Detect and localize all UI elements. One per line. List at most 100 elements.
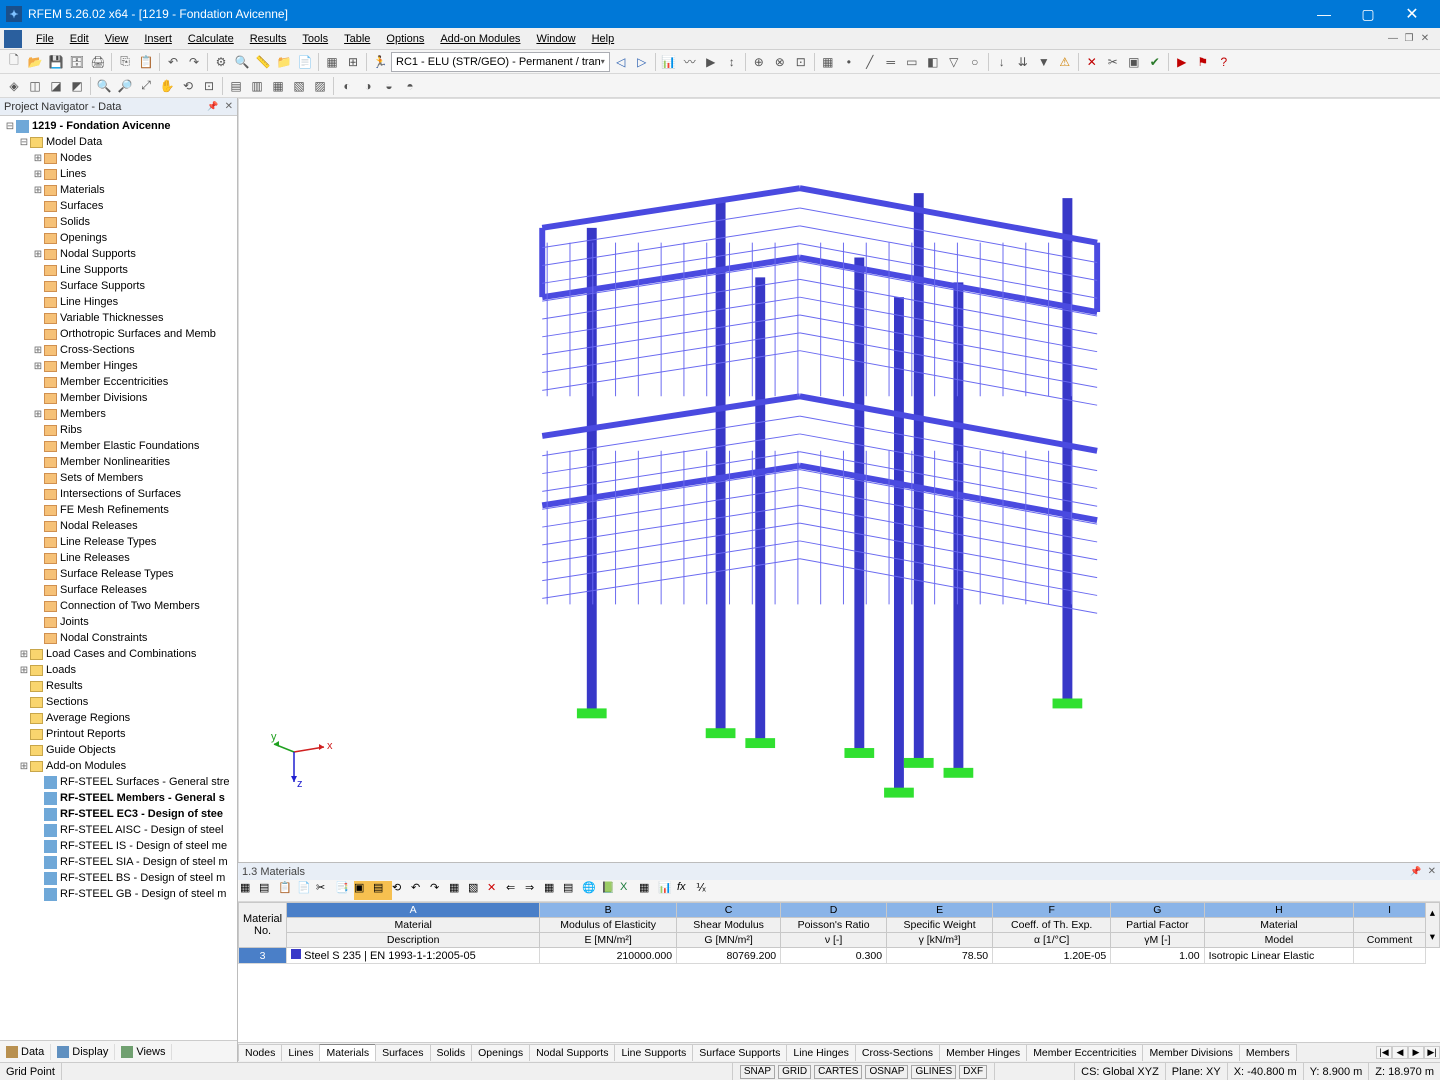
tb-icon[interactable]: 📗: [601, 881, 620, 900]
mdi-close-icon[interactable]: ✕: [1418, 32, 1432, 46]
disp3-icon[interactable]: ◒: [379, 76, 399, 96]
tree-item[interactable]: Openings: [0, 230, 237, 246]
snap-toggle[interactable]: GLINES: [911, 1065, 956, 1079]
tree-item[interactable]: Solids: [0, 214, 237, 230]
table-tab[interactable]: Line Hinges: [786, 1044, 855, 1061]
view2-icon[interactable]: ▥: [247, 76, 267, 96]
tb-fx-icon[interactable]: fx: [677, 881, 696, 900]
tree-item[interactable]: ⊞Member Hinges: [0, 358, 237, 374]
mdi-minimize-icon[interactable]: —: [1386, 32, 1400, 46]
disp2-icon[interactable]: ◑: [358, 76, 378, 96]
table-icon[interactable]: ▦: [322, 52, 342, 72]
nav-close-icon[interactable]: ✕: [225, 101, 233, 112]
tb-icon[interactable]: ↷: [430, 881, 449, 900]
rotate-icon[interactable]: ⟲: [178, 76, 198, 96]
menu-help[interactable]: Help: [584, 31, 623, 47]
tree-item[interactable]: RF-STEEL EC3 - Design of stee: [0, 806, 237, 822]
disp4-icon[interactable]: ◓: [400, 76, 420, 96]
table-tab[interactable]: Lines: [281, 1044, 320, 1061]
tab-last-icon[interactable]: ▶|: [1424, 1046, 1440, 1059]
tree-item[interactable]: ⊞Nodal Supports: [0, 246, 237, 262]
materials-table[interactable]: MaterialNo. A B C D E F G H I ▴▾ Materia…: [238, 902, 1440, 1042]
tool3-icon[interactable]: ⊡: [791, 52, 811, 72]
scale-icon[interactable]: ↕: [722, 52, 742, 72]
menu-file[interactable]: File: [28, 31, 62, 47]
tab-first-icon[interactable]: |◀: [1376, 1046, 1392, 1059]
tree-item[interactable]: ⊞Members: [0, 406, 237, 422]
tb-icon[interactable]: ⇐: [506, 881, 525, 900]
tree-item[interactable]: Member Eccentricities: [0, 374, 237, 390]
undo-icon[interactable]: ↶: [163, 52, 183, 72]
tb-del-icon[interactable]: ✕: [487, 881, 506, 900]
next-icon[interactable]: ▷: [632, 52, 652, 72]
tab-display[interactable]: Display: [51, 1044, 115, 1060]
tree-item[interactable]: Intersections of Surfaces: [0, 486, 237, 502]
tree-item[interactable]: RF-STEEL IS - Design of steel me: [0, 838, 237, 854]
snap-toggle[interactable]: GRID: [778, 1065, 811, 1079]
tb-icon[interactable]: ▦: [240, 881, 259, 900]
surface-icon[interactable]: ▭: [902, 52, 922, 72]
snap-toggle[interactable]: OSNAP: [865, 1065, 908, 1079]
menu-table[interactable]: Table: [336, 31, 378, 47]
pan-icon[interactable]: ✋: [157, 76, 177, 96]
table-tab[interactable]: Member Hinges: [939, 1044, 1027, 1061]
tree-item[interactable]: ⊞Load Cases and Combinations: [0, 646, 237, 662]
tree-item[interactable]: Member Elastic Foundations: [0, 438, 237, 454]
menu-addon-modules[interactable]: Add-on Modules: [432, 31, 528, 47]
results-icon[interactable]: 📊: [659, 52, 679, 72]
saveas-icon[interactable]: 🗄: [67, 52, 87, 72]
prev-icon[interactable]: ◁: [611, 52, 631, 72]
open-icon[interactable]: 📂: [25, 52, 45, 72]
warn-icon[interactable]: ⚠: [1055, 52, 1075, 72]
tree-item[interactable]: Line Hinges: [0, 294, 237, 310]
tab-data[interactable]: Data: [0, 1044, 51, 1060]
flag-icon[interactable]: ⚑: [1193, 52, 1213, 72]
tree-item[interactable]: Sets of Members: [0, 470, 237, 486]
snap-toggle[interactable]: SNAP: [740, 1065, 775, 1079]
navigator-tree[interactable]: ⊟1219 - Fondation Avicenne⊟Model Data⊞No…: [0, 116, 237, 1040]
tb-icon[interactable]: ▧: [468, 881, 487, 900]
tb-icon[interactable]: 📑: [335, 881, 354, 900]
lineload-icon[interactable]: ⇊: [1013, 52, 1033, 72]
tree-item[interactable]: RF-STEEL BS - Design of steel m: [0, 870, 237, 886]
table-tab[interactable]: Nodal Supports: [529, 1044, 615, 1061]
tb-icon[interactable]: ⇒: [525, 881, 544, 900]
run-icon[interactable]: ▶: [1172, 52, 1192, 72]
tab-prev-icon[interactable]: ◀: [1392, 1046, 1408, 1059]
loadcase-combo[interactable]: RC1 - ELU (STR/GEO) - Permanent / tran: [391, 52, 610, 72]
support-icon[interactable]: ▽: [944, 52, 964, 72]
tree-item[interactable]: Line Releases: [0, 550, 237, 566]
deform-icon[interactable]: 〰: [680, 52, 700, 72]
menu-window[interactable]: Window: [528, 31, 583, 47]
load-icon[interactable]: ↓: [992, 52, 1012, 72]
snap-toggle[interactable]: CARTES: [814, 1065, 862, 1079]
menu-insert[interactable]: Insert: [136, 31, 180, 47]
table-tab[interactable]: Materials: [319, 1044, 376, 1061]
areaload-icon[interactable]: ▼: [1034, 52, 1054, 72]
folder-icon[interactable]: 📁: [274, 52, 294, 72]
tb-icon[interactable]: 📋: [278, 881, 297, 900]
line-icon[interactable]: ╱: [860, 52, 880, 72]
report-icon[interactable]: 📄: [295, 52, 315, 72]
tree-item[interactable]: Variable Thicknesses: [0, 310, 237, 326]
tree-item[interactable]: Guide Objects: [0, 742, 237, 758]
menu-calculate[interactable]: Calculate: [180, 31, 242, 47]
tb-icon[interactable]: ▤: [373, 881, 392, 900]
mdi-restore-icon[interactable]: ❐: [1402, 32, 1416, 46]
copy-icon[interactable]: ⎘: [115, 52, 135, 72]
tree-item[interactable]: Connection of Two Members: [0, 598, 237, 614]
tab-next-icon[interactable]: ▶: [1408, 1046, 1424, 1059]
table-tab[interactable]: Member Eccentricities: [1026, 1044, 1143, 1061]
view1-icon[interactable]: ▤: [226, 76, 246, 96]
tb-icon[interactable]: ▤: [259, 881, 278, 900]
tree-item[interactable]: ⊞Cross-Sections: [0, 342, 237, 358]
tree-item[interactable]: Member Nonlinearities: [0, 454, 237, 470]
table-tab[interactable]: Surface Supports: [692, 1044, 787, 1061]
table-tab[interactable]: Openings: [471, 1044, 530, 1061]
tb-icon[interactable]: ▦: [639, 881, 658, 900]
menu-results[interactable]: Results: [242, 31, 295, 47]
tree-item[interactable]: Average Regions: [0, 710, 237, 726]
model-viewport[interactable]: x y z: [238, 98, 1440, 862]
tree-item[interactable]: Printout Reports: [0, 726, 237, 742]
xz-icon[interactable]: ◩: [67, 76, 87, 96]
